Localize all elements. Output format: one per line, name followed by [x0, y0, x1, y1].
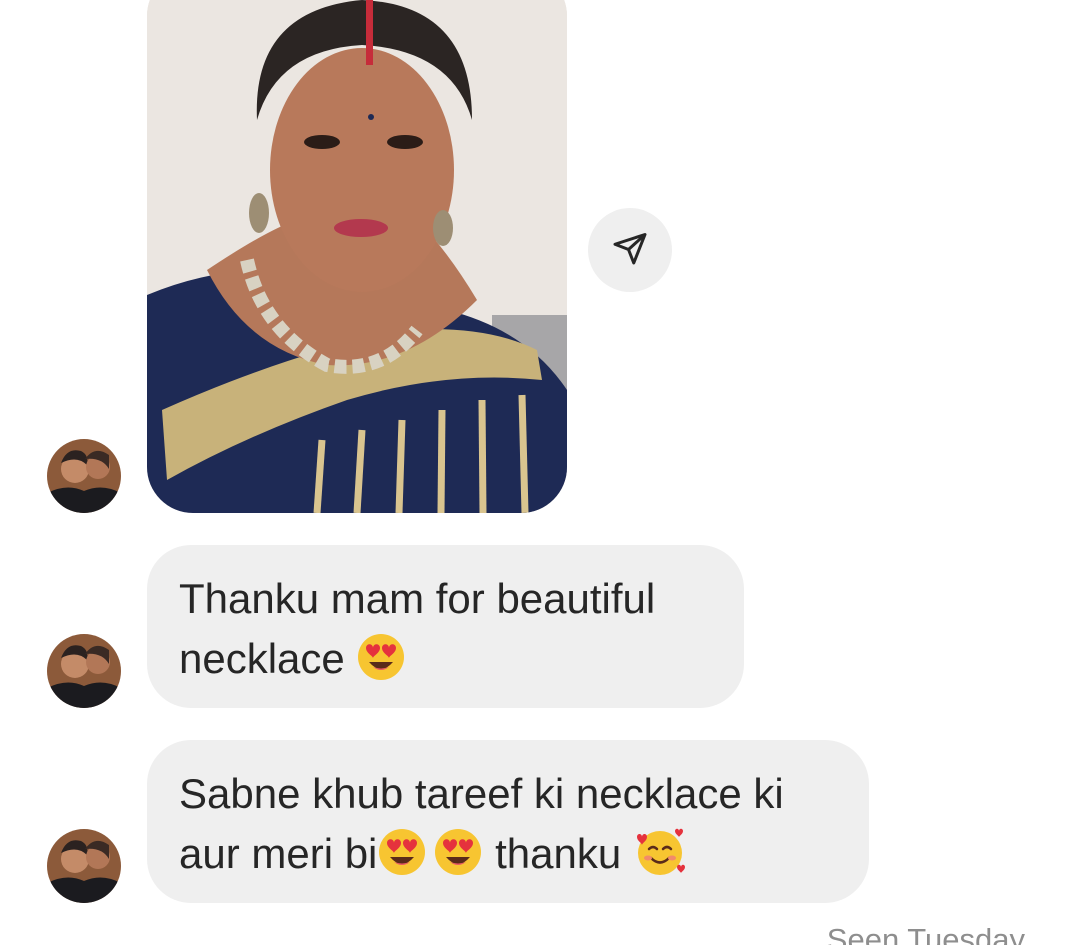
forward-button[interactable] [588, 208, 672, 292]
message-bubble[interactable]: Sabne khub tareef ki necklace ki aur mer… [147, 740, 869, 903]
message-bubble[interactable]: Thanku mam for beautiful necklace [147, 545, 744, 708]
shared-photo[interactable] [147, 0, 567, 513]
message-text: thanku [495, 830, 622, 877]
message-text-line: aur meri bi thanku [179, 824, 837, 884]
message-text-line: Thanku mam for beautiful [179, 575, 656, 622]
avatar[interactable] [47, 439, 121, 513]
chat-thread: Thanku mam for beautiful necklace Sabne … [0, 0, 1080, 945]
message-text-line: necklace [179, 629, 712, 689]
heart-eyes-emoji [433, 827, 483, 877]
message-text: necklace [179, 635, 345, 682]
avatar[interactable] [47, 634, 121, 708]
paper-plane-icon [612, 230, 648, 271]
heart-eyes-emoji [377, 827, 427, 877]
message-text: aur meri bi [179, 830, 378, 877]
smiling-face-with-hearts-emoji [633, 827, 687, 877]
message-text-line: Sabne khub tareef ki necklace ki [179, 770, 784, 817]
avatar[interactable] [47, 829, 121, 903]
seen-receipt: Seen Tuesday [826, 922, 1025, 945]
heart-eyes-emoji [356, 632, 406, 682]
